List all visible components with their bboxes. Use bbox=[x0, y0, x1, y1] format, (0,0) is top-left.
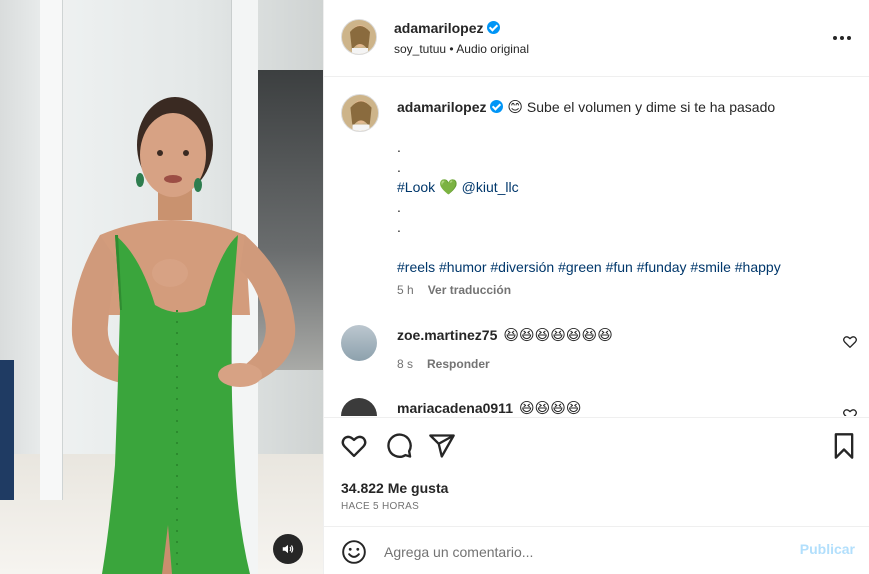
green-heart-emoji: 💚 bbox=[439, 178, 458, 196]
separator: • bbox=[446, 42, 457, 56]
door-frame bbox=[40, 0, 62, 500]
comment-item: zoe.martinez75 😆😆😆😆😆😆😆 bbox=[397, 326, 613, 344]
comments-section: adamarilopez 😊 Sube el volumen y dime si… bbox=[324, 78, 869, 416]
audio-user-link[interactable]: soy_tutuu bbox=[394, 42, 446, 56]
comment-age: 8 s bbox=[397, 357, 414, 371]
more-options-button[interactable] bbox=[832, 28, 852, 48]
smile-emoji: 😊 bbox=[507, 98, 524, 116]
emoji-picker-icon[interactable] bbox=[341, 539, 367, 565]
commenter-avatar[interactable] bbox=[341, 325, 377, 361]
hashtag-look[interactable]: #Look bbox=[397, 179, 435, 195]
post-header: adamarilopez soy_tutuu • Audio original bbox=[324, 0, 869, 77]
caption-dot: . bbox=[397, 139, 401, 155]
author-link[interactable]: adamarilopez bbox=[394, 20, 483, 36]
author-avatar[interactable] bbox=[341, 19, 377, 55]
verified-badge-icon bbox=[487, 21, 501, 34]
caption-author-link[interactable]: adamarilopez bbox=[397, 99, 486, 115]
caption-dot: . bbox=[397, 199, 401, 215]
comment-composer: Publicar bbox=[324, 526, 869, 574]
caption-text: Sube el volumen y dime si te ha pasado bbox=[526, 99, 776, 115]
heart-icon[interactable] bbox=[340, 432, 368, 460]
dot bbox=[840, 36, 844, 40]
avatar-image bbox=[342, 95, 378, 131]
commenter-username[interactable]: zoe.martinez75 bbox=[397, 327, 497, 343]
comment-text: 😆😆😆😆 bbox=[518, 399, 582, 416]
sound-toggle-button[interactable] bbox=[273, 534, 303, 564]
speaker-icon bbox=[282, 544, 294, 554]
share-icon[interactable] bbox=[428, 432, 456, 460]
comment-like-heart-icon[interactable] bbox=[842, 334, 858, 350]
caption-author-avatar[interactable] bbox=[341, 94, 379, 132]
post-caption: adamarilopez 😊 Sube el volumen y dime si… bbox=[397, 97, 847, 277]
comment-item: mariacadena0911 😆😆😆😆 bbox=[397, 399, 582, 416]
post-actions: 34.822 Me gusta HACE 5 HORAS bbox=[324, 417, 869, 527]
caption-meta: 5 h Ver traducción bbox=[397, 283, 525, 297]
comment-input[interactable] bbox=[384, 541, 764, 563]
audio-info: soy_tutuu • Audio original bbox=[394, 42, 529, 56]
author-username[interactable]: adamarilopez bbox=[394, 20, 501, 36]
verified-badge-icon bbox=[490, 100, 504, 113]
post-details-panel: adamarilopez soy_tutuu • Audio original … bbox=[323, 0, 869, 574]
dot bbox=[847, 36, 851, 40]
see-translation-button[interactable]: Ver traducción bbox=[428, 283, 511, 297]
post-timestamp: HACE 5 HORAS bbox=[341, 501, 420, 512]
mention-link[interactable]: @kiut_llc bbox=[462, 179, 519, 195]
caption-age: 5 h bbox=[397, 283, 414, 297]
comment-like-heart-icon[interactable] bbox=[842, 407, 858, 416]
comment-text: 😆😆😆😆😆😆😆 bbox=[503, 326, 613, 344]
post-video[interactable] bbox=[0, 0, 323, 574]
caption-dot: . bbox=[397, 219, 401, 235]
more-horizontal-icon bbox=[833, 36, 837, 40]
avatar-image bbox=[342, 20, 376, 54]
commenter-username[interactable]: mariacadena0911 bbox=[397, 400, 513, 416]
bookmark-icon[interactable] bbox=[830, 432, 858, 460]
original-audio-link[interactable]: Audio original bbox=[456, 42, 529, 56]
commenter-avatar[interactable] bbox=[341, 398, 377, 416]
caption-look-line: #Look 💚 @kiut_llc bbox=[397, 177, 847, 197]
comment-meta: 8 s Responder bbox=[397, 357, 504, 371]
publish-button[interactable]: Publicar bbox=[800, 541, 855, 557]
hashtags[interactable]: #reels #humor #diversión #green #fun #fu… bbox=[397, 257, 847, 277]
background-window bbox=[0, 360, 14, 500]
woman-in-green-dress bbox=[71, 97, 296, 574]
caption-dot: . bbox=[397, 159, 401, 175]
comment-icon[interactable] bbox=[385, 432, 413, 460]
reply-button[interactable]: Responder bbox=[427, 357, 490, 371]
likes-count[interactable]: 34.822 Me gusta bbox=[341, 480, 448, 496]
